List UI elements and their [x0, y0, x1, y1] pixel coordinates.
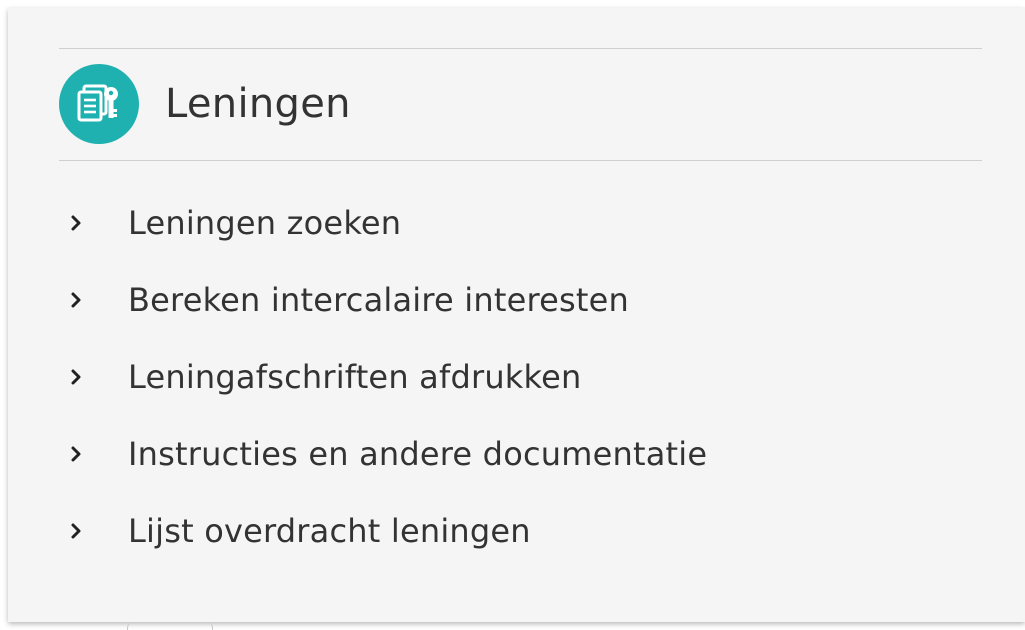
chevron-right-icon	[68, 367, 84, 387]
loan-document-key-icon	[59, 64, 139, 144]
loans-menu-panel: Leningen Leningen zoeken Bereken interca…	[8, 8, 1025, 622]
menu-item-instructies-documentatie[interactable]: Instructies en andere documentatie	[68, 415, 707, 492]
loans-menu-list: Leningen zoeken Bereken intercalaire int…	[68, 184, 707, 569]
menu-item-bereken-intercalaire-interesten[interactable]: Bereken intercalaire interesten	[68, 261, 707, 338]
menu-item-leningafschriften-afdrukken[interactable]: Leningafschriften afdrukken	[68, 338, 707, 415]
menu-item-lijst-overdracht-leningen[interactable]: Lijst overdracht leningen	[68, 492, 707, 569]
menu-item-label: Lijst overdracht leningen	[128, 511, 531, 550]
chevron-right-icon	[68, 290, 84, 310]
menu-item-label: Instructies en andere documentatie	[128, 434, 708, 473]
section-header: Leningen	[59, 64, 351, 144]
section-title: Leningen	[165, 81, 351, 127]
top-divider	[59, 48, 982, 49]
header-divider	[59, 160, 982, 161]
chevron-right-icon	[68, 521, 84, 541]
chevron-right-icon	[68, 213, 84, 233]
menu-item-label: Bereken intercalaire interesten	[128, 280, 630, 319]
menu-item-label: Leningafschriften afdrukken	[128, 357, 582, 396]
menu-item-label: Leningen zoeken	[128, 203, 402, 242]
menu-item-leningen-zoeken[interactable]: Leningen zoeken	[68, 184, 707, 261]
background-tab-edge	[127, 622, 213, 630]
chevron-right-icon	[68, 444, 84, 464]
